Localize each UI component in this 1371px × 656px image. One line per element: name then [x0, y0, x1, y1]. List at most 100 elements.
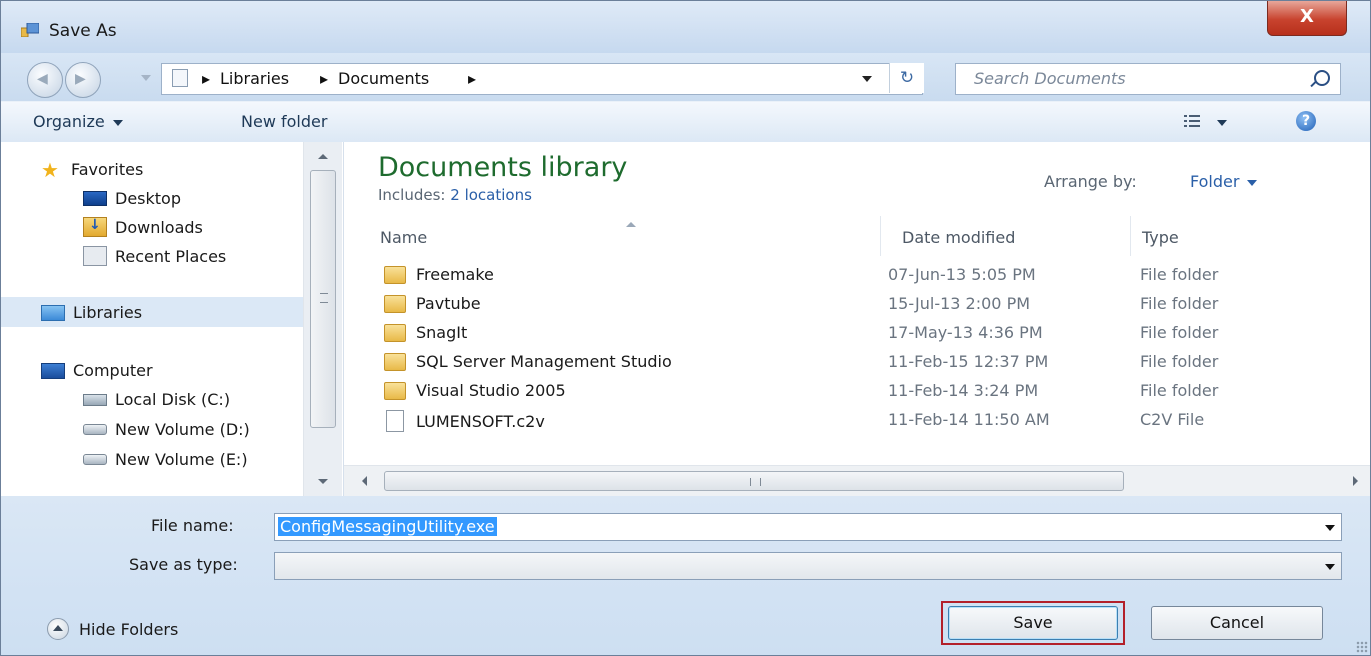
file-name-value[interactable]: ConfigMessagingUtility.exe: [278, 517, 497, 536]
search-icon[interactable]: [1314, 70, 1330, 86]
nav-item-new-volume-e[interactable]: New Volume (E:): [83, 450, 248, 469]
address-row: ◀ ▶ ▸ Libraries ▸ Documents ▸ ↻ Search D…: [1, 53, 1370, 101]
locations-link[interactable]: 2 locations: [450, 186, 532, 204]
nav-item-favorites[interactable]: ★ Favorites: [41, 160, 143, 180]
recent-places-icon: [83, 246, 107, 266]
nav-item-computer[interactable]: Computer: [41, 361, 153, 380]
file-name: Freemake: [416, 265, 494, 284]
close-button[interactable]: X: [1267, 1, 1347, 36]
resize-grip-icon[interactable]: [1356, 641, 1368, 653]
scroll-up-arrow-icon[interactable]: [318, 154, 328, 159]
scroll-down-arrow-icon[interactable]: [318, 479, 328, 484]
chevron-down-icon[interactable]: [1325, 525, 1335, 531]
address-dropdown-icon[interactable]: [862, 76, 872, 82]
includes-label: Includes:: [378, 186, 446, 204]
file-type: File folder: [1140, 323, 1219, 342]
file-name-field[interactable]: ConfigMessagingUtility.exe: [274, 513, 1342, 541]
scroll-left-arrow-icon[interactable]: [362, 476, 367, 486]
file-row[interactable]: SQL Server Management Studio 11-Feb-15 1…: [344, 348, 1370, 377]
file-name-cell: Visual Studio 2005: [384, 381, 566, 400]
column-divider[interactable]: [880, 216, 881, 256]
change-view-icon[interactable]: [1184, 114, 1200, 128]
breadcrumb-separator[interactable]: ▸: [468, 69, 476, 88]
refresh-icon: ↻: [899, 68, 915, 88]
nav-item-label: Downloads: [115, 217, 203, 237]
file-date: 11-Feb-14 3:24 PM: [888, 381, 1039, 400]
cancel-button[interactable]: Cancel: [1151, 606, 1323, 640]
organize-label: Organize: [33, 112, 105, 131]
file-list-horizontal-scrollbar[interactable]: [344, 465, 1370, 496]
file-name-cell: Pavtube: [384, 294, 481, 313]
title-bar[interactable]: Save As X: [1, 1, 1370, 53]
nav-item-label: Local Disk (C:): [115, 390, 231, 409]
file-row[interactable]: Freemake 07-Jun-13 5:05 PM File folder: [344, 261, 1370, 290]
forward-button[interactable]: ▶: [65, 62, 101, 98]
file-date: 11-Feb-15 12:37 PM: [888, 352, 1049, 371]
column-divider[interactable]: [1130, 216, 1131, 256]
folder-icon: [384, 265, 406, 284]
file-row[interactable]: SnagIt 17-May-13 4:36 PM File folder: [344, 319, 1370, 348]
nav-item-label: New Volume (D:): [115, 420, 250, 439]
nav-vertical-scrollbar[interactable]: [303, 142, 342, 496]
arrange-by-value: Folder: [1190, 172, 1240, 191]
scroll-right-arrow-icon[interactable]: [1353, 476, 1358, 486]
scrollbar-thumb[interactable]: [384, 471, 1124, 491]
file-type: File folder: [1140, 381, 1219, 400]
file-name: Visual Studio 2005: [416, 381, 566, 400]
drive-icon: [83, 424, 107, 435]
grip-icon: [750, 478, 761, 486]
file-type: C2V File: [1140, 410, 1205, 429]
collapse-up-icon: [47, 618, 69, 640]
nav-item-label: Libraries: [73, 303, 143, 322]
view-dropdown-icon[interactable]: [1217, 120, 1227, 126]
help-icon[interactable]: ?: [1296, 111, 1316, 131]
folder-icon: [384, 352, 406, 371]
nav-item-downloads[interactable]: Downloads: [83, 217, 203, 237]
file-icon: [386, 410, 404, 432]
file-name-label: File name:: [151, 516, 234, 535]
grip-icon: [320, 293, 328, 303]
file-type: File folder: [1140, 352, 1219, 371]
breadcrumb-libraries[interactable]: Libraries: [220, 69, 289, 88]
local-disk-icon: [83, 393, 107, 406]
file-row[interactable]: LUMENSOFT.c2v 11-Feb-14 11:50 AM C2V Fil…: [344, 406, 1370, 435]
column-header-date-modified[interactable]: Date modified: [902, 228, 1015, 247]
refresh-button[interactable]: ↻: [889, 63, 924, 93]
new-folder-button[interactable]: New folder: [241, 112, 327, 131]
recent-locations-dropdown-icon[interactable]: [141, 75, 151, 81]
file-row[interactable]: Visual Studio 2005 11-Feb-14 3:24 PM Fil…: [344, 377, 1370, 406]
arrange-by-dropdown[interactable]: Folder: [1190, 172, 1258, 191]
search-input[interactable]: Search Documents: [955, 63, 1341, 95]
breadcrumb-separator[interactable]: ▸: [320, 69, 328, 88]
downloads-icon: [83, 217, 107, 237]
document-location-icon: [172, 69, 188, 87]
back-button[interactable]: ◀: [27, 62, 63, 98]
nav-item-new-volume-d[interactable]: New Volume (D:): [83, 420, 250, 439]
file-name: Pavtube: [416, 294, 481, 313]
breadcrumb-separator[interactable]: ▸: [202, 69, 210, 88]
address-bar[interactable]: ▸ Libraries ▸ Documents ▸: [161, 63, 923, 95]
breadcrumb-documents[interactable]: Documents: [338, 69, 429, 88]
save-button[interactable]: Save: [948, 606, 1118, 640]
library-includes: Includes: 2 locations: [378, 186, 532, 204]
save-as-window-icon: [21, 23, 39, 37]
chevron-down-icon[interactable]: [1325, 564, 1335, 570]
hide-folders-button[interactable]: Hide Folders: [47, 618, 178, 640]
search-placeholder: Search Documents: [974, 69, 1126, 88]
nav-item-local-disk-c[interactable]: Local Disk (C:): [83, 390, 230, 409]
file-type: File folder: [1140, 294, 1219, 313]
nav-item-desktop[interactable]: Desktop: [83, 189, 181, 208]
save-as-type-select[interactable]: [274, 552, 1342, 580]
file-list-pane: Documents library Includes: 2 locations …: [344, 142, 1370, 496]
nav-item-libraries[interactable]: Libraries: [41, 303, 142, 322]
chevron-down-icon: [112, 119, 123, 126]
file-row[interactable]: Pavtube 15-Jul-13 2:00 PM File folder: [344, 290, 1370, 319]
column-header-name[interactable]: Name: [380, 228, 427, 247]
column-header-type[interactable]: Type: [1142, 228, 1179, 247]
scrollbar-thumb[interactable]: [310, 170, 336, 428]
nav-item-recent-places[interactable]: Recent Places: [83, 246, 226, 266]
nav-item-label: Computer: [73, 361, 153, 380]
organize-menu[interactable]: Organize: [33, 112, 123, 131]
file-name: SQL Server Management Studio: [416, 352, 672, 371]
window-title: Save As: [49, 21, 117, 41]
